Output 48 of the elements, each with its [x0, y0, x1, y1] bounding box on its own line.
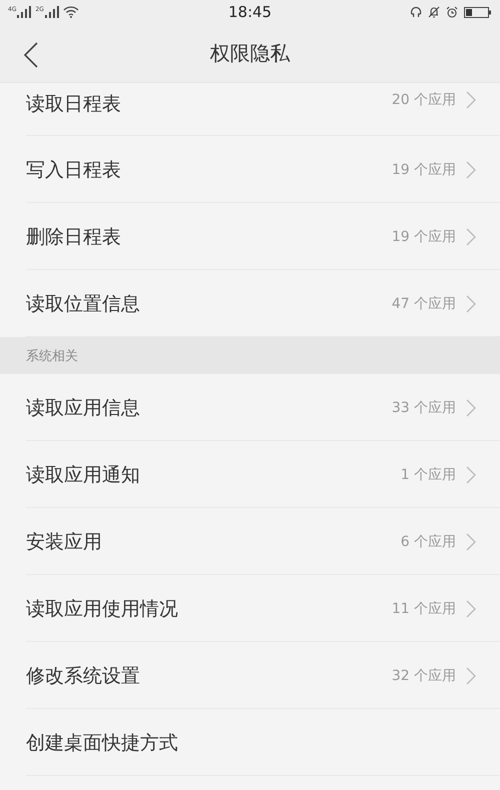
signal-icon	[44, 6, 59, 18]
chevron-icon	[466, 294, 476, 312]
permission-label: 读取日程表	[26, 92, 121, 117]
permission-row[interactable]: 创建桌面快捷方式	[0, 709, 500, 776]
permission-row[interactable]: 读取日程表 20 个应用	[0, 83, 500, 136]
chevron-icon	[466, 466, 476, 484]
permission-row[interactable]: 写入日程表 19 个应用	[0, 136, 500, 203]
app-count: 32 个应用	[392, 666, 456, 684]
chevron-icon	[466, 160, 476, 178]
permission-row[interactable]: 读取应用使用情况 11 个应用	[0, 575, 500, 642]
permission-row[interactable]: 安装应用 6 个应用	[0, 508, 500, 575]
permission-label: 创建桌面快捷方式	[26, 730, 178, 756]
app-count: 47 个应用	[392, 294, 456, 312]
chevron-icon	[466, 600, 476, 618]
bell-off-icon	[428, 6, 440, 18]
chevron-icon	[466, 532, 476, 550]
chevron-icon	[466, 666, 476, 684]
permission-label: 写入日程表	[26, 158, 121, 182]
signal-icon	[17, 6, 32, 18]
status-time: 18:45	[227, 3, 273, 21]
page-title: 权限隐私	[210, 40, 290, 66]
permission-label: 读取应用信息	[26, 396, 140, 420]
battery-icon	[464, 6, 492, 18]
permission-row[interactable]: 读取应用信息 33 个应用	[0, 374, 500, 441]
section-header: 系统相关	[26, 348, 78, 364]
alarm-icon	[446, 6, 458, 18]
permission-label: 删除日程表	[26, 224, 121, 250]
chevron-icon	[466, 228, 476, 246]
headset-icon	[410, 6, 422, 18]
app-count: 11 个应用	[392, 600, 456, 618]
app-count: 33 个应用	[392, 398, 456, 416]
wifi-icon	[62, 6, 79, 18]
permission-row[interactable]: 读取位置信息 47 个应用	[0, 270, 500, 337]
app-count: 6 个应用	[400, 532, 456, 550]
app-count: 19 个应用	[392, 160, 456, 178]
app-count: 19 个应用	[392, 228, 456, 246]
permission-label: 读取应用通知	[26, 462, 140, 488]
chevron-icon	[466, 91, 476, 109]
chevron-icon	[466, 398, 476, 416]
permission-row[interactable]: 修改系统设置 32 个应用	[0, 642, 500, 709]
app-count: 20 个应用	[392, 91, 456, 109]
permission-row[interactable]: 删除日程表 19 个应用	[0, 203, 500, 270]
permission-label: 修改系统设置	[26, 664, 140, 688]
permission-row[interactable]: 读取应用通知 1 个应用	[0, 441, 500, 508]
app-count: 1 个应用	[400, 466, 456, 484]
permission-label: 读取应用使用情况	[26, 596, 178, 622]
permission-label: 安装应用	[26, 530, 102, 554]
permission-label: 读取位置信息	[26, 292, 140, 316]
